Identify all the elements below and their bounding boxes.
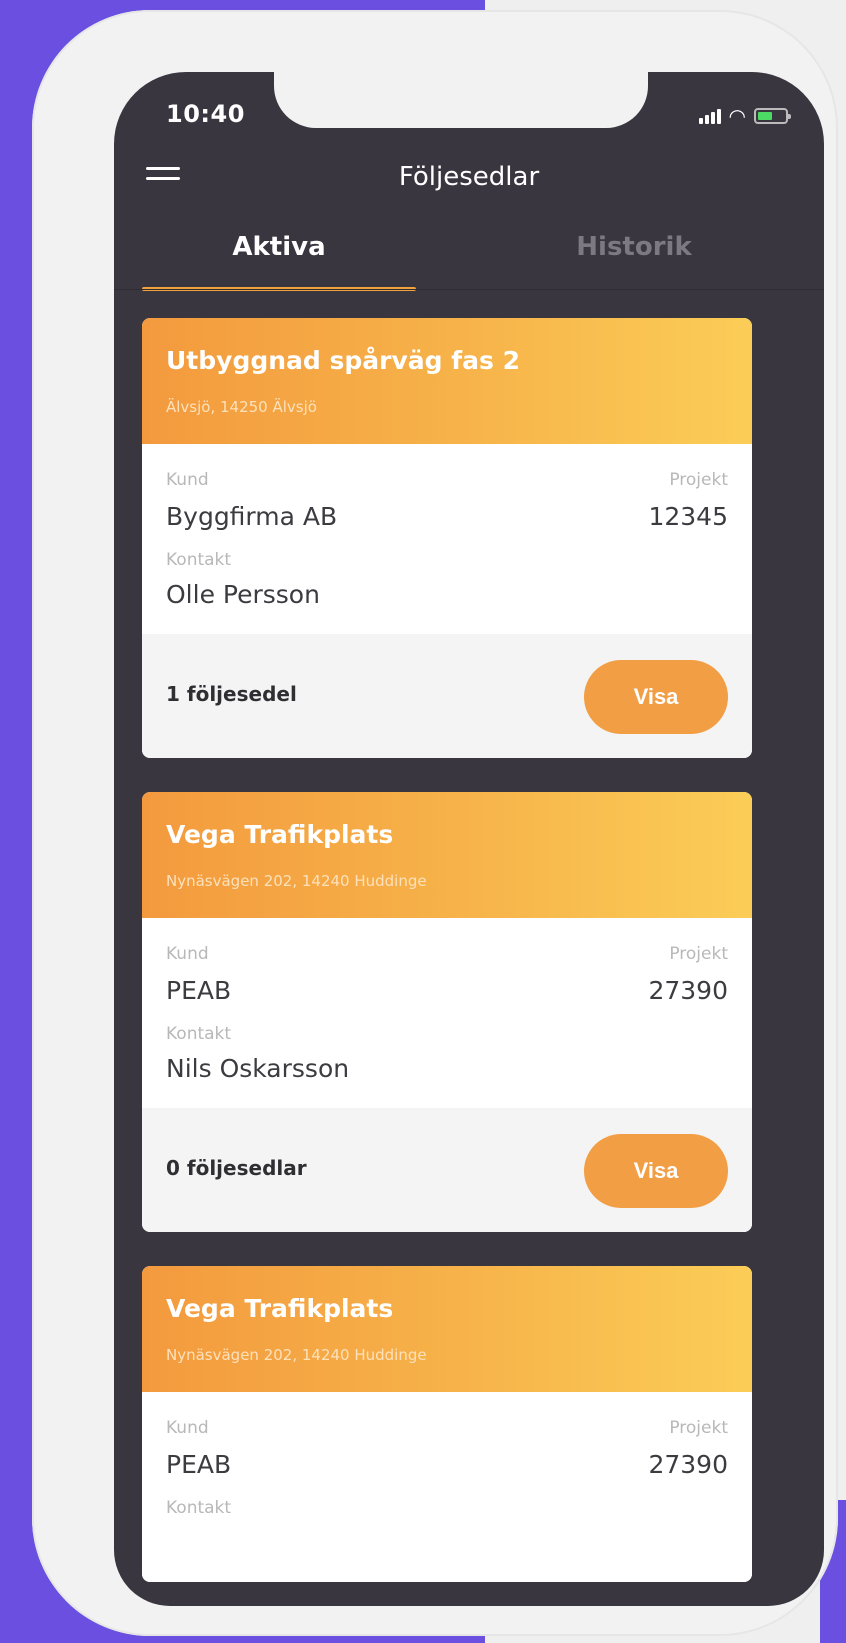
- card-body: Kund Byggfirma AB Projekt 12345 Kontakt …: [142, 444, 752, 634]
- project-value: 27390: [648, 1450, 728, 1479]
- card-body: Kund PEAB Projekt 27390 Kontakt: [142, 1392, 752, 1582]
- card-footer: 0 följesedlar Visa: [142, 1108, 752, 1232]
- customer-label: Kund: [166, 1418, 209, 1438]
- card-title: Vega Trafikplats: [166, 1294, 394, 1323]
- card-address: Nynäsvägen 202, 14240 Huddinge: [166, 872, 427, 890]
- tab-divider: [114, 289, 824, 290]
- card-header: Utbyggnad spårväg fas 2 Älvsjö, 14250 Äl…: [142, 318, 752, 444]
- tab-aktiva[interactable]: Aktiva: [142, 232, 416, 282]
- customer-label: Kund: [166, 470, 209, 490]
- delivery-card[interactable]: Vega Trafikplats Nynäsvägen 202, 14240 H…: [142, 792, 752, 1232]
- contact-value: Nils Oskarsson: [166, 1054, 350, 1083]
- page-title: Följesedlar: [398, 162, 540, 192]
- view-button[interactable]: Visa: [584, 1134, 728, 1208]
- project-value: 12345: [648, 502, 728, 531]
- project-label: Projekt: [669, 470, 728, 490]
- tab-bar: Aktiva Historik: [114, 232, 824, 292]
- wifi-icon: ◠: [728, 104, 746, 128]
- delivery-card[interactable]: Utbyggnad spårväg fas 2 Älvsjö, 14250 Äl…: [142, 318, 752, 758]
- card-body: Kund PEAB Projekt 27390 Kontakt Nils Osk…: [142, 918, 752, 1108]
- tab-historik[interactable]: Historik: [474, 232, 794, 282]
- status-time: 10:40: [166, 100, 245, 128]
- card-title: Utbyggnad spårväg fas 2: [166, 346, 520, 375]
- card-title: Vega Trafikplats: [166, 820, 394, 849]
- contact-label: Kontakt: [166, 550, 232, 570]
- view-button[interactable]: Visa: [584, 660, 728, 734]
- project-label: Projekt: [669, 1418, 728, 1438]
- card-header: Vega Trafikplats Nynäsvägen 202, 14240 H…: [142, 792, 752, 918]
- project-label: Projekt: [669, 944, 728, 964]
- customer-value: PEAB: [166, 1450, 232, 1479]
- project-value: 27390: [648, 976, 728, 1005]
- status-icons: ◠: [698, 104, 791, 128]
- customer-value: Byggfirma AB: [166, 502, 338, 531]
- delivery-note-count: 1 följesedel: [166, 682, 297, 706]
- card-footer: 1 följesedel Visa: [142, 634, 752, 758]
- contact-label: Kontakt: [166, 1024, 232, 1044]
- contact-label: Kontakt: [166, 1498, 232, 1518]
- delivery-card[interactable]: Vega Trafikplats Nynäsvägen 202, 14240 H…: [142, 1266, 752, 1582]
- app-screen: 10:40 ◠ Följesedlar Aktiva Historik Utby…: [114, 72, 824, 1606]
- contact-value: Olle Persson: [166, 580, 320, 609]
- delivery-note-count: 0 följesedlar: [166, 1156, 307, 1180]
- card-address: Nynäsvägen 202, 14240 Huddinge: [166, 1346, 427, 1364]
- phone-frame: 10:40 ◠ Följesedlar Aktiva Historik Utby…: [32, 10, 838, 1636]
- battery-icon: [754, 108, 791, 124]
- card-header: Vega Trafikplats Nynäsvägen 202, 14240 H…: [142, 1266, 752, 1392]
- customer-label: Kund: [166, 944, 209, 964]
- phone-notch: [274, 72, 648, 128]
- card-address: Älvsjö, 14250 Älvsjö: [166, 398, 317, 416]
- customer-value: PEAB: [166, 976, 232, 1005]
- signal-icon: [698, 109, 721, 124]
